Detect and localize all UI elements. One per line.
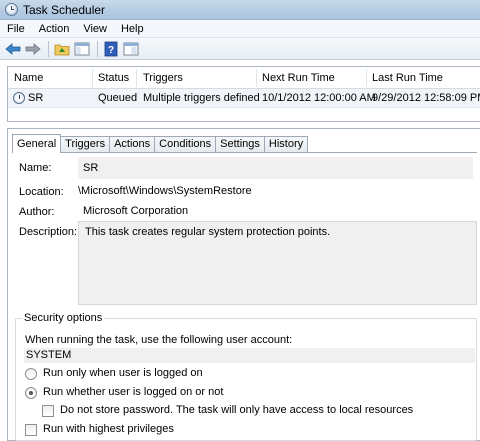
menu-help[interactable]: Help (114, 20, 151, 38)
column-divider[interactable] (92, 69, 93, 87)
back-button[interactable] (4, 40, 22, 58)
location-value: \Microsoft\Windows\SystemRestore (78, 185, 252, 197)
toolbar-separator (48, 40, 49, 57)
user-account-prompt: When running the task, use the following… (25, 334, 293, 346)
help-button[interactable]: ? (102, 40, 120, 58)
author-label: Author: (19, 206, 55, 218)
table-row[interactable]: SR Queued Multiple triggers defined 10/1… (8, 89, 480, 108)
properties-button[interactable] (122, 40, 140, 58)
folder-up-icon (54, 44, 70, 55)
task-status: Queued (98, 92, 138, 104)
column-divider[interactable] (256, 69, 257, 87)
task-list-header: Name Status Triggers Next Run Time Last … (8, 67, 480, 89)
forward-button[interactable] (24, 40, 42, 58)
tab-settings[interactable]: Settings (215, 136, 265, 153)
task-clock-icon (13, 92, 25, 104)
task-list: Name Status Triggers Next Run Time Last … (7, 66, 480, 122)
radio-run-whether-logged-on-label: Run whether user is logged on or not (43, 386, 224, 398)
location-label: Location: (19, 186, 64, 198)
toolbar-separator (97, 40, 98, 57)
up-folder-button[interactable] (53, 40, 71, 58)
security-options-title: Security options (22, 312, 105, 324)
user-account-value: SYSTEM (26, 349, 72, 361)
task-scheduler-clock-icon (5, 3, 18, 16)
forward-arrow-icon (25, 42, 41, 55)
name-value: SR (83, 162, 99, 174)
show-hide-tree-button[interactable] (73, 40, 91, 58)
menu-action[interactable]: Action (32, 20, 77, 38)
title-bar: Task Scheduler (0, 0, 480, 20)
task-next-run-time: 10/1/2012 12:00:00 AM (262, 92, 376, 104)
run-with-highest-privileges-label: Run with highest privileges (43, 423, 174, 435)
column-header-triggers[interactable]: Triggers (143, 72, 183, 84)
task-properties-panel: General Triggers Actions Conditions Sett… (7, 128, 480, 441)
column-divider[interactable] (366, 69, 367, 87)
column-header-name[interactable]: Name (14, 72, 43, 84)
svg-text:?: ? (108, 45, 114, 56)
show-hide-tree-icon (74, 42, 90, 55)
help-icon: ? (104, 41, 118, 56)
description-label: Description: (19, 226, 78, 238)
author-value: Microsoft Corporation (83, 205, 189, 217)
window-title: Task Scheduler (23, 2, 106, 17)
properties-icon (123, 42, 139, 55)
column-header-last-run-time[interactable]: Last Run Time (372, 72, 443, 84)
toolbar: ? (0, 38, 480, 60)
description-value: This task creates regular system protect… (85, 226, 331, 238)
radio-run-whether-logged-on[interactable] (25, 387, 37, 399)
tab-history[interactable]: History (263, 136, 309, 153)
task-triggers: Multiple triggers defined (143, 92, 260, 104)
task-last-run-time: 9/29/2012 12:58:09 PM (372, 92, 480, 104)
menu-file[interactable]: File (0, 20, 32, 38)
tab-conditions[interactable]: Conditions (154, 136, 217, 153)
radio-run-only-when-logged-on[interactable] (25, 368, 37, 380)
column-header-next-run-time[interactable]: Next Run Time (262, 72, 335, 84)
name-field[interactable] (78, 157, 473, 179)
do-not-store-password-checkbox[interactable] (42, 405, 54, 417)
tab-actions[interactable]: Actions (109, 136, 156, 153)
radio-run-only-when-logged-on-label: Run only when user is logged on (43, 367, 203, 379)
run-with-highest-privileges-checkbox[interactable] (25, 424, 37, 436)
menu-view[interactable]: View (76, 20, 114, 38)
column-header-status[interactable]: Status (98, 72, 129, 84)
name-label: Name: (19, 162, 52, 174)
menu-bar: File Action View Help (0, 20, 480, 38)
back-arrow-icon (5, 42, 21, 55)
tab-general[interactable]: General (12, 134, 62, 153)
task-name: SR (28, 92, 44, 104)
column-divider[interactable] (136, 69, 137, 87)
general-tab-content: Name: SR Location: \Microsoft\Windows\Sy… (12, 152, 477, 441)
do-not-store-password-label: Do not store password. The task will onl… (60, 404, 414, 416)
tab-strip: General Triggers Actions Conditions Sett… (12, 134, 309, 153)
user-account-field (24, 348, 475, 363)
tab-triggers[interactable]: Triggers (60, 136, 111, 153)
